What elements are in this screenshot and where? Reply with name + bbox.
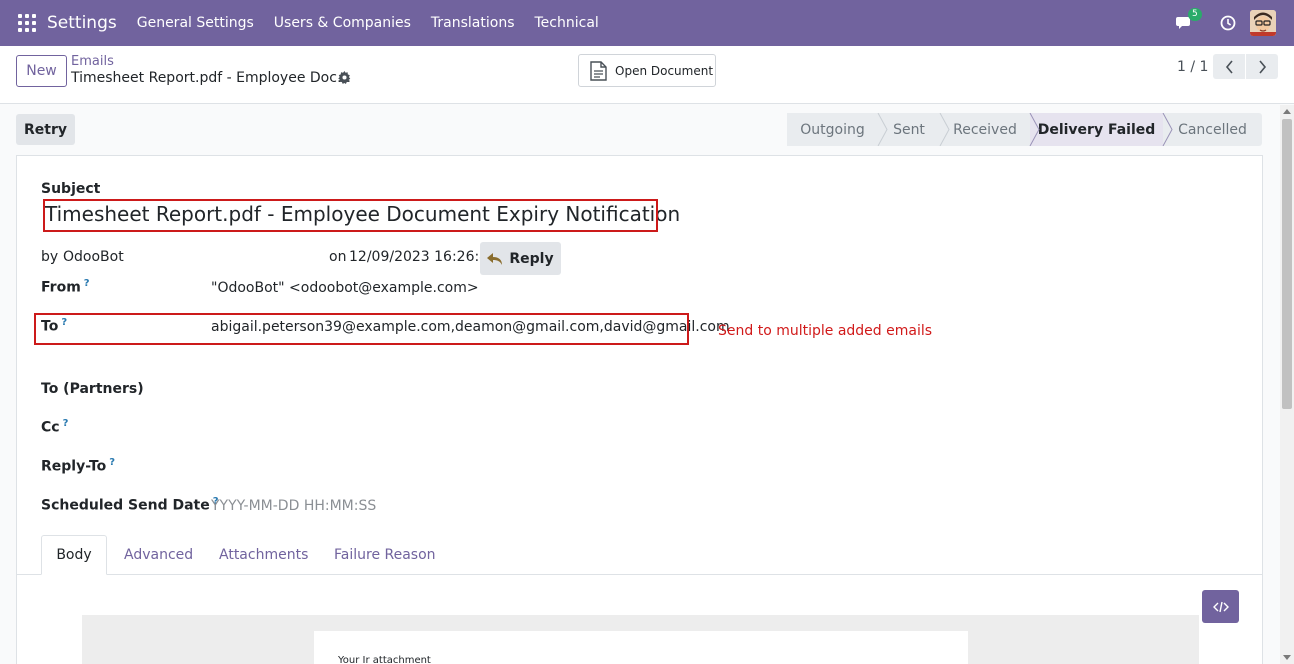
pager-value[interactable]: 1 / 1 <box>1177 59 1208 75</box>
to-partners-label: To (Partners) <box>41 381 144 397</box>
to-value[interactable]: abigail.peterson39@example.com,deamon@gm… <box>211 319 730 335</box>
cc-label: Cc? <box>41 418 68 436</box>
control-panel: New Emails Timesheet Report.pdf - Employ… <box>0 46 1294 104</box>
from-value: "OdooBot" <odoobot@example.com> <box>211 280 479 296</box>
date-value: 12/09/2023 16:26:46 <box>349 249 498 265</box>
stage-sent-label: Sent <box>893 121 925 138</box>
stage-sent[interactable]: Sent <box>878 113 940 146</box>
menu-translations[interactable]: Translations <box>431 15 515 31</box>
cc-label-text: Cc <box>41 419 60 436</box>
author-value[interactable]: OdooBot <box>63 249 124 265</box>
chevron-right-icon <box>1258 59 1266 74</box>
from-help-icon[interactable]: ? <box>84 278 90 289</box>
email-body-card: Your Ir attachment <box>314 631 968 664</box>
code-icon <box>1212 601 1229 612</box>
status-bar: Outgoing Sent Received Delivery Failed C… <box>787 113 1262 146</box>
from-label: From? <box>41 278 90 296</box>
stage-received[interactable]: Received <box>940 113 1030 146</box>
pager-next-button[interactable] <box>1246 54 1278 79</box>
chevron-left-icon <box>1225 59 1233 74</box>
stage-outgoing-label: Outgoing <box>800 121 865 138</box>
form-sheet: Subject Timesheet Report.pdf - Employee … <box>16 155 1263 664</box>
notebook-tabs: Body Advanced Attachments Failure Reason <box>17 535 1262 575</box>
menu-general-settings[interactable]: General Settings <box>137 15 254 31</box>
breadcrumb: Emails Timesheet Report.pdf - Employee D… <box>71 54 351 86</box>
new-button[interactable]: New <box>16 55 67 87</box>
scroll-down-arrow-icon[interactable] <box>1283 655 1291 660</box>
scroll-thumb[interactable] <box>1282 119 1292 409</box>
pager-previous-button[interactable] <box>1213 54 1245 79</box>
scheduled-send-input[interactable]: YYYY-MM-DD HH:MM:SS <box>211 498 376 514</box>
subject-highlight-box <box>43 199 658 232</box>
stage-received-label: Received <box>953 121 1017 138</box>
email-body-text: Your Ir attachment <box>338 655 431 664</box>
reply-label: Reply <box>509 250 554 267</box>
by-label: by <box>41 249 59 265</box>
to-label: To? <box>41 317 67 335</box>
chat-icon[interactable]: 5 <box>1176 8 1202 30</box>
top-navbar: Settings General Settings Users & Compan… <box>0 0 1294 46</box>
subject-label: Subject <box>41 181 101 197</box>
stage-delivery-failed-label: Delivery Failed <box>1037 121 1156 138</box>
annotation-note: Send to multiple added emails <box>718 323 933 339</box>
tab-body[interactable]: Body <box>41 535 107 575</box>
breadcrumb-current-record: Timesheet Report.pdf - Employee Doc… <box>71 70 351 86</box>
to-help-icon[interactable]: ? <box>61 317 67 328</box>
scroll-up-arrow-icon[interactable] <box>1283 109 1291 114</box>
stage-outgoing[interactable]: Outgoing <box>787 113 878 146</box>
scheduled-send-label: Scheduled Send Date? <box>41 496 219 514</box>
reply-icon <box>487 252 503 265</box>
menu-users-companies[interactable]: Users & Companies <box>274 15 411 31</box>
reply-to-help-icon[interactable]: ? <box>109 457 115 468</box>
open-document-label: Open Document <box>615 63 714 78</box>
clock-icon[interactable] <box>1220 15 1236 31</box>
document-icon <box>590 60 607 81</box>
open-document-button[interactable]: Open Document <box>578 54 716 87</box>
code-view-button[interactable] <box>1202 590 1239 623</box>
stage-cancelled-label: Cancelled <box>1178 121 1247 138</box>
date-prefix: on <box>329 249 347 265</box>
menu-technical[interactable]: Technical <box>535 15 599 31</box>
to-label-text: To <box>41 318 59 335</box>
tab-attachments[interactable]: Attachments <box>219 535 308 575</box>
breadcrumb-parent-emails[interactable]: Emails <box>71 54 351 70</box>
chat-count-badge: 5 <box>1188 8 1202 21</box>
from-label-text: From <box>41 279 81 296</box>
gear-icon[interactable] <box>338 71 351 84</box>
reply-to-label-text: Reply-To <box>41 458 107 475</box>
reply-to-label: Reply-To? <box>41 457 115 475</box>
user-avatar[interactable] <box>1250 10 1276 36</box>
tab-advanced[interactable]: Advanced <box>124 535 193 575</box>
stage-delivery-failed[interactable]: Delivery Failed <box>1030 113 1163 146</box>
retry-button[interactable]: Retry <box>16 114 75 145</box>
page-scrollbar[interactable] <box>1280 105 1294 664</box>
scheduled-send-label-text: Scheduled Send Date <box>41 497 210 514</box>
apps-menu-icon[interactable] <box>18 14 36 32</box>
stage-cancelled[interactable]: Cancelled <box>1163 113 1262 146</box>
app-brand[interactable]: Settings <box>47 13 117 33</box>
reply-button[interactable]: Reply <box>480 242 561 275</box>
tab-failure-reason[interactable]: Failure Reason <box>334 535 436 575</box>
cc-help-icon[interactable]: ? <box>63 418 69 429</box>
